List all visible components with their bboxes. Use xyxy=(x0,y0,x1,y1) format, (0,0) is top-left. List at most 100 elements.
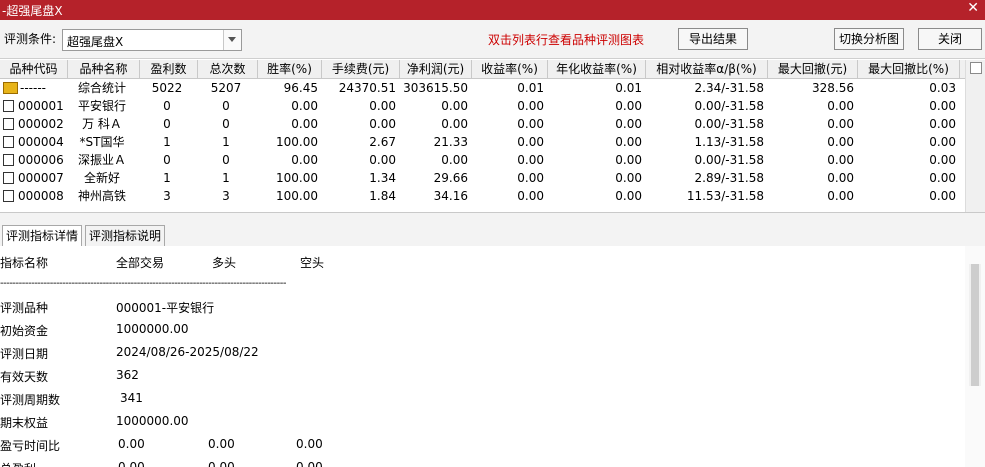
detail-header-all: 全部交易 xyxy=(116,256,165,270)
tab-indicator-details[interactable]: 评测指标详情 xyxy=(2,225,83,247)
col-header[interactable]: 品种名称 xyxy=(68,60,140,78)
detail-label: 评测周期数 xyxy=(0,393,61,407)
col-header[interactable]: 净利润(元) xyxy=(400,60,472,78)
scroll-thumb[interactable] xyxy=(971,264,979,386)
detail-label: 评测品种 xyxy=(0,301,49,315)
condition-select[interactable]: 超强尾盘X xyxy=(62,29,242,51)
table-cell: 0 xyxy=(222,117,230,131)
table-cell: 34.16 xyxy=(433,189,468,203)
col-header[interactable]: 胜率(%) xyxy=(258,60,322,78)
detail-label: 有效天数 xyxy=(0,370,49,384)
table-cell: 0.00 xyxy=(291,153,318,167)
table-cell: 0.01 xyxy=(517,81,544,95)
results-table[interactable]: 品种代码 品种名称 盈利数 总次数 胜率(%) 手续费(元) 净利润(元) 收益… xyxy=(0,60,965,212)
stock-code: 000004 xyxy=(18,135,64,149)
col-header[interactable]: 最大回撤(元) xyxy=(768,60,858,78)
table-cell: 0.00 xyxy=(615,189,642,203)
export-button[interactable]: 导出结果 xyxy=(678,28,748,50)
detail-label: 评测日期 xyxy=(0,347,49,361)
table-cell: 0.00 xyxy=(827,189,854,203)
table-cell: 000008 xyxy=(0,187,67,205)
table-cell: 0.00 xyxy=(441,117,468,131)
detail-value-all: 0.00 xyxy=(118,437,145,451)
table-row[interactable]: 000007 全新好 1 1 100.00 1.34 29.66 0.00 0.00 2.89/-… xyxy=(0,169,965,187)
table-cell: 0.00 xyxy=(827,153,854,167)
detail-label: 初始资金 xyxy=(0,324,49,338)
window-title: -超强尾盘X xyxy=(2,4,63,18)
detail-tabs: 评测指标详情 评测指标说明 xyxy=(0,212,985,247)
table-cell: 0.03 xyxy=(929,81,956,95)
table-cell: 0.00 xyxy=(929,99,956,113)
detail-label: 总盈利 xyxy=(0,460,36,467)
col-header[interactable]: 最大回撤比(%) xyxy=(858,60,960,78)
chevron-down-icon[interactable] xyxy=(223,30,241,50)
table-cell: 0 xyxy=(222,99,230,113)
detail-value-short: 0.00 xyxy=(296,437,323,451)
col-header[interactable]: 盈利数 xyxy=(140,60,198,78)
detail-value-long: 0.00 xyxy=(208,460,235,467)
table-row[interactable]: 000002 万 科Ａ 0 0 0.00 0.00 0.00 0.00 0.00 0.00/-31… xyxy=(0,115,965,133)
table-cell: 0.00 xyxy=(827,117,854,131)
table-cell: 0.00 xyxy=(615,153,642,167)
table-row[interactable]: 000006 深振业Ａ 0 0 0.00 0.00 0.00 0.00 0.00 0.00/-31… xyxy=(0,151,965,169)
table-scrollbar[interactable] xyxy=(965,60,985,212)
detail-header-long: 多头 xyxy=(212,256,237,270)
table-row[interactable]: 000008 神州高铁 3 3 100.00 1.84 34.16 0.00 0.00 11.53… xyxy=(0,187,965,205)
table-row[interactable]: 000004 *ST国华 1 1 100.00 2.67 21.33 0.00 0.00 1.13… xyxy=(0,133,965,151)
condition-label: 评测条件: xyxy=(4,32,57,46)
stock-code: 000002 xyxy=(18,117,64,131)
col-header[interactable]: 收益率(%) xyxy=(472,60,548,78)
table-header: 品种代码 品种名称 盈利数 总次数 胜率(%) 手续费(元) 净利润(元) 收益… xyxy=(0,60,965,79)
col-header[interactable]: 手续费(元) xyxy=(322,60,400,78)
detail-value-short: 0.00 xyxy=(296,460,323,467)
col-header[interactable]: 总次数 xyxy=(198,60,258,78)
tab-indicator-description[interactable]: 评测指标说明 xyxy=(85,225,166,247)
table-cell: 0.00/-31.58 xyxy=(694,117,764,131)
table-cell: 100.00 xyxy=(276,189,318,203)
table-cell: 5022 xyxy=(151,81,183,95)
table-cell: 全新好 xyxy=(83,171,120,185)
table-cell: 0.00 xyxy=(369,99,396,113)
detail-scrollbar[interactable] xyxy=(969,264,981,386)
close-button[interactable]: 关闭 xyxy=(918,28,982,50)
summary-row[interactable]: ------ 综合统计 5022 5207 96.45 24370.51 303615.50… xyxy=(0,79,965,97)
table-cell: 0.00 xyxy=(615,99,642,113)
detail-value-all: 362 xyxy=(116,368,139,382)
table-row[interactable]: 000001 平安银行 0 0 0.00 0.00 0.00 0.00 0.00 0.00/-31… xyxy=(0,97,965,115)
detail-panel: 指标名称 全部交易 多头 空头 ------------------------… xyxy=(0,246,985,467)
table-cell: 0 xyxy=(163,153,171,167)
table-cell: 0.00/-31.58 xyxy=(694,153,764,167)
table-cell: ------ xyxy=(0,79,67,97)
document-icon xyxy=(3,172,14,184)
col-header[interactable]: 年化收益率(%) xyxy=(548,60,646,78)
table-cell: 0.00 xyxy=(827,99,854,113)
table-cell: 0.00 xyxy=(517,117,544,131)
detail-value-all: 000001-平安银行 xyxy=(116,301,215,315)
document-icon xyxy=(3,154,14,166)
stock-code: 000007 xyxy=(18,171,64,185)
table-cell: 1 xyxy=(222,135,230,149)
table-cell: 0.00 xyxy=(615,117,642,131)
table-cell: 0.00 xyxy=(441,153,468,167)
table-cell: 0.00 xyxy=(615,171,642,185)
detail-header-short: 空头 xyxy=(300,256,325,270)
table-cell: *ST国华 xyxy=(79,135,125,149)
table-cell: 2.67 xyxy=(369,135,396,149)
table-cell: 100.00 xyxy=(276,135,318,149)
table-cell: 0.00 xyxy=(827,135,854,149)
hint-text: 双击列表行查看品种评测图表 xyxy=(488,33,645,47)
table-cell: 综合统计 xyxy=(77,81,126,95)
table-cell: 1.13/-31.58 xyxy=(694,135,764,149)
table-cell: 深振业Ａ xyxy=(77,153,126,167)
close-icon[interactable]: ✕ xyxy=(967,0,979,16)
switch-chart-button[interactable]: 切换分析图 xyxy=(834,28,904,50)
col-header[interactable]: 品种代码 xyxy=(0,60,68,78)
table-cell: 神州高铁 xyxy=(77,189,126,203)
detail-header-name: 指标名称 xyxy=(0,256,49,270)
detail-value-all: 341 xyxy=(120,391,143,405)
col-header[interactable]: 相对收益率α/β(%) xyxy=(646,60,768,78)
table-cell: 0.00 xyxy=(517,153,544,167)
scroll-up-icon[interactable] xyxy=(970,62,982,74)
table-cell: 0.00 xyxy=(517,189,544,203)
table-cell: 1.34 xyxy=(369,171,396,185)
